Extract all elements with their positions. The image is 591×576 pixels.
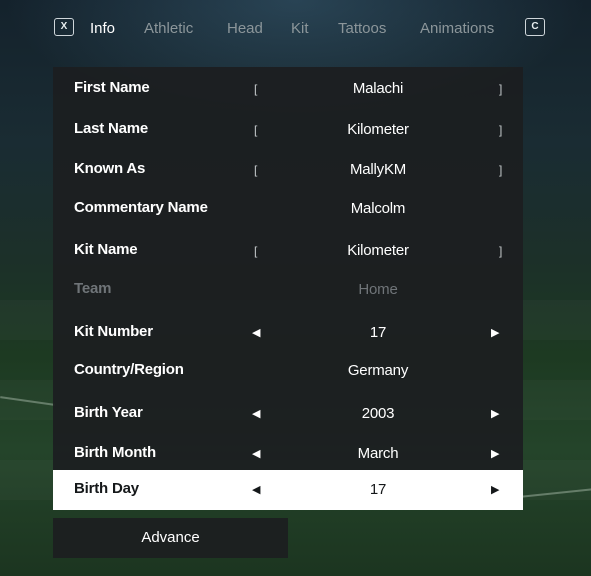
bracket-close-icon: ] — [499, 123, 503, 137]
kit-number-label: Kit Number — [74, 323, 153, 340]
arrow-left-icon[interactable]: ◀ — [252, 407, 260, 420]
row-kit-name[interactable]: Kit Name [ Kilometer ] — [53, 231, 523, 271]
commentary-name-label: Commentary Name — [74, 199, 208, 216]
tab-animations[interactable]: Animations — [420, 20, 494, 37]
birth-year-label: Birth Year — [74, 404, 143, 421]
row-known-as[interactable]: Known As [ MallyKM ] — [53, 150, 523, 190]
last-name-value[interactable]: Kilometer — [288, 121, 468, 138]
birth-day-value: 17 — [369, 481, 387, 498]
bracket-open-icon: [ — [254, 244, 258, 258]
row-team: Team Home — [53, 270, 523, 310]
arrow-right-icon[interactable]: ▶ — [491, 407, 499, 420]
arrow-right-icon[interactable]: ▶ — [491, 483, 499, 496]
row-birth-day[interactable]: Birth Day ◀ 17 ▶ — [53, 470, 523, 510]
commentary-name-value[interactable]: Malcolm — [288, 200, 468, 217]
advance-button[interactable]: Advance — [53, 518, 288, 558]
row-first-name[interactable]: First Name [ Malachi ] — [53, 69, 523, 109]
arrow-right-icon[interactable]: ▶ — [491, 447, 499, 460]
tab-info[interactable]: Info — [90, 20, 115, 37]
tab-tattoos[interactable]: Tattoos — [338, 20, 386, 37]
known-as-label: Known As — [74, 160, 146, 177]
arrow-left-icon[interactable]: ◀ — [252, 447, 260, 460]
row-country-region[interactable]: Country/Region Germany — [53, 351, 523, 391]
team-value: Home — [358, 281, 398, 298]
country-region-label: Country/Region — [74, 361, 184, 378]
info-panel: First Name [ Malachi ] Last Name [ Kilom… — [53, 67, 523, 510]
row-last-name[interactable]: Last Name [ Kilometer ] — [53, 110, 523, 150]
birth-month-label: Birth Month — [74, 444, 156, 461]
bracket-open-icon: [ — [254, 82, 258, 96]
kit-name-value[interactable]: Kilometer — [288, 242, 468, 259]
last-name-label: Last Name — [74, 120, 149, 137]
birth-day-label: Birth Day — [74, 480, 139, 497]
kit-name-label: Kit Name — [74, 241, 138, 258]
bracket-open-icon: [ — [254, 123, 258, 137]
country-region-value[interactable]: Germany — [288, 362, 468, 379]
row-birth-month[interactable]: Birth Month ◀ March ▶ — [53, 434, 523, 474]
first-name-label: First Name — [74, 79, 150, 96]
arrow-left-icon[interactable]: ◀ — [252, 326, 260, 339]
birth-month-value: March — [357, 445, 399, 462]
bracket-close-icon: ] — [499, 244, 503, 258]
row-birth-year[interactable]: Birth Year ◀ 2003 ▶ — [53, 394, 523, 434]
tab-kit[interactable]: Kit — [291, 20, 309, 37]
bracket-open-icon: [ — [254, 163, 258, 177]
c-key-icon[interactable]: C — [525, 18, 545, 36]
bracket-close-icon: ] — [499, 163, 503, 177]
arrow-right-icon[interactable]: ▶ — [491, 326, 499, 339]
row-commentary-name[interactable]: Commentary Name Malcolm — [53, 189, 523, 229]
birth-year-value: 2003 — [361, 405, 395, 422]
x-key-icon[interactable]: X — [54, 18, 74, 36]
tab-athletic[interactable]: Athletic — [144, 20, 193, 37]
known-as-value[interactable]: MallyKM — [288, 161, 468, 178]
tab-head[interactable]: Head — [227, 20, 263, 37]
kit-number-value: 17 — [369, 324, 387, 341]
bracket-close-icon: ] — [499, 82, 503, 96]
first-name-value[interactable]: Malachi — [288, 80, 468, 97]
arrow-left-icon[interactable]: ◀ — [252, 483, 260, 496]
row-kit-number[interactable]: Kit Number ◀ 17 ▶ — [53, 313, 523, 353]
team-label: Team — [74, 280, 112, 297]
